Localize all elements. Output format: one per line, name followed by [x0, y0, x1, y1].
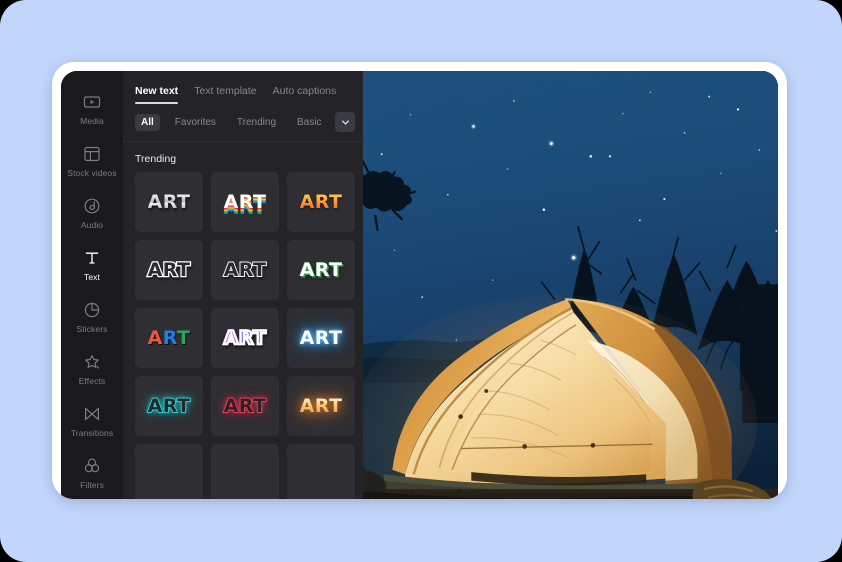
- sidebar-item-text[interactable]: Text: [61, 239, 123, 291]
- app-window: Media Stock videos Audio Text Stickers E…: [52, 62, 787, 499]
- audio-icon: [83, 197, 101, 215]
- thumb-label: ART: [223, 190, 267, 213]
- tab-text-template[interactable]: Text template: [194, 85, 256, 104]
- sidebar-item-label: Transitions: [70, 427, 114, 438]
- text-style-white-outline[interactable]: ART: [135, 240, 203, 300]
- text-style-neon-cyan[interactable]: ART: [135, 376, 203, 436]
- app-window-content: Media Stock videos Audio Text Stickers E…: [61, 71, 778, 499]
- tab-new-text[interactable]: New text: [135, 85, 179, 104]
- filters-icon: [83, 457, 101, 475]
- sidebar-item-label: Stickers: [76, 323, 108, 334]
- sidebar-item-stickers[interactable]: Stickers: [61, 291, 123, 343]
- sidebar-item-label: Filters: [80, 479, 104, 490]
- text-style-blue-glow[interactable]: ART: [287, 308, 355, 368]
- panel-tabbar: New text Text template Auto captions: [123, 71, 363, 104]
- filter-chip-basic[interactable]: Basic: [291, 114, 327, 131]
- thumb-label: ART: [146, 258, 191, 281]
- sidebar-item-label: Stock videos: [67, 167, 117, 178]
- thumb-label: ART: [147, 190, 191, 213]
- media-icon: [83, 93, 101, 111]
- thumb-label: ART: [222, 326, 267, 349]
- text-style-row5-1[interactable]: [135, 444, 203, 499]
- chevron-down-icon: [341, 118, 350, 127]
- sidebar-item-audio[interactable]: Audio: [61, 187, 123, 239]
- sidebar-item-transitions[interactable]: Transitions: [61, 395, 123, 447]
- text-style-rgb-letters[interactable]: ART: [135, 308, 203, 368]
- more-filters-button[interactable]: [335, 112, 355, 132]
- sidebar-item-filters[interactable]: Filters: [61, 447, 123, 499]
- stock-videos-icon: [83, 145, 101, 163]
- text-style-green-shadow[interactable]: ART: [287, 240, 355, 300]
- camping-tent-photo: [363, 71, 778, 499]
- thumb-label: ART: [223, 258, 267, 281]
- left-sidebar: Media Stock videos Audio Text Stickers E…: [61, 71, 123, 499]
- text-style-silver[interactable]: ART: [135, 172, 203, 232]
- thumb-label: ART: [299, 394, 343, 417]
- tab-auto-captions[interactable]: Auto captions: [273, 85, 337, 104]
- section-title-trending: Trending: [135, 153, 177, 165]
- text-style-rainbow[interactable]: ART: [211, 172, 279, 232]
- text-style-orange-gradient[interactable]: ART: [287, 172, 355, 232]
- thumb-label: ART: [299, 326, 343, 349]
- filter-chip-favorites[interactable]: Favorites: [169, 114, 222, 131]
- sidebar-item-label: Audio: [80, 219, 104, 230]
- video-preview[interactable]: [363, 71, 778, 499]
- screenshot-stage: Media Stock videos Audio Text Stickers E…: [0, 0, 842, 562]
- sidebar-item-stock-videos[interactable]: Stock videos: [61, 135, 123, 187]
- stickers-icon: [83, 301, 101, 319]
- effects-icon: [83, 353, 101, 371]
- transitions-icon: [83, 405, 101, 423]
- text-style-neon-red[interactable]: ART: [211, 376, 279, 436]
- sidebar-item-label: Effects: [78, 375, 106, 386]
- text-style-row5-2[interactable]: [211, 444, 279, 499]
- sidebar-item-effects[interactable]: Effects: [61, 343, 123, 395]
- thumb-label: ART: [299, 258, 343, 281]
- sidebar-item-label: Text: [84, 271, 100, 282]
- text-style-candy-gradient[interactable]: ART: [211, 308, 279, 368]
- filter-chip-all[interactable]: All: [135, 114, 160, 131]
- text-style-grid: ART ART ART ART ART ART ART ART ART ART …: [123, 172, 363, 499]
- sidebar-item-label: Media: [80, 115, 104, 126]
- thumb-label: ART: [147, 326, 191, 349]
- filter-chip-trending[interactable]: Trending: [231, 114, 282, 131]
- thumb-label: ART: [147, 394, 191, 417]
- text-style-thin-outline[interactable]: ART: [211, 240, 279, 300]
- text-panel: New text Text template Auto captions All…: [123, 71, 363, 499]
- text-style-fire-glow[interactable]: ART: [287, 376, 355, 436]
- thumb-label: ART: [223, 394, 267, 417]
- thumb-label: ART: [299, 190, 343, 213]
- text-icon: [83, 249, 101, 267]
- text-style-row5-3[interactable]: [287, 444, 355, 499]
- filter-chip-row: All Favorites Trending Basic Lum: [123, 104, 363, 142]
- sidebar-item-media[interactable]: Media: [61, 83, 123, 135]
